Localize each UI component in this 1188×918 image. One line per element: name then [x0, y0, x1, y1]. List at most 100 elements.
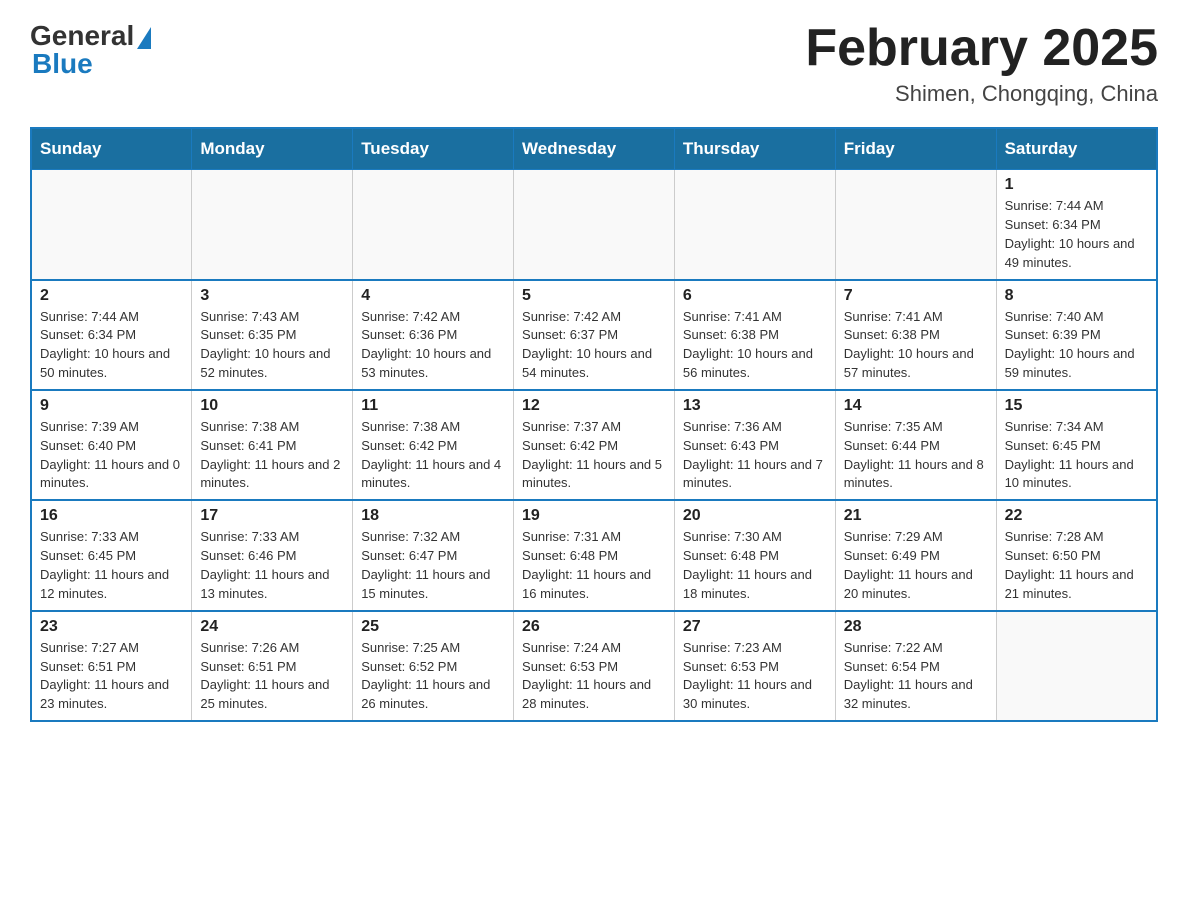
- day-number: 28: [844, 618, 988, 636]
- calendar-cell: 22 Sunrise: 7:28 AMSunset: 6:50 PMDayligh…: [996, 500, 1157, 610]
- day-info: Sunrise: 7:34 AMSunset: 6:45 PMDaylight:…: [1005, 418, 1148, 493]
- day-number: 14: [844, 397, 988, 415]
- day-number: 18: [361, 507, 505, 525]
- day-info: Sunrise: 7:22 AMSunset: 6:54 PMDaylight:…: [844, 639, 988, 714]
- day-info: Sunrise: 7:37 AMSunset: 6:42 PMDaylight:…: [522, 418, 666, 493]
- calendar-cell: 17 Sunrise: 7:33 AMSunset: 6:46 PMDayligh…: [192, 500, 353, 610]
- day-number: 9: [40, 397, 183, 415]
- day-number: 25: [361, 618, 505, 636]
- calendar-cell: 5 Sunrise: 7:42 AMSunset: 6:37 PMDaylight…: [514, 280, 675, 390]
- day-number: 7: [844, 287, 988, 305]
- calendar-cell: 24 Sunrise: 7:26 AMSunset: 6:51 PMDayligh…: [192, 611, 353, 721]
- calendar-cell: 2 Sunrise: 7:44 AMSunset: 6:34 PMDaylight…: [31, 280, 192, 390]
- calendar-cell: 7 Sunrise: 7:41 AMSunset: 6:38 PMDaylight…: [835, 280, 996, 390]
- calendar-cell: 3Sunrise: 7:43 AMSunset: 6:35 PMDaylight…: [192, 280, 353, 390]
- title-block: February 2025 Shimen, Chongqing, China: [805, 20, 1158, 107]
- day-number: 5: [522, 287, 666, 305]
- calendar-cell: 25 Sunrise: 7:25 AMSunset: 6:52 PMDayligh…: [353, 611, 514, 721]
- day-info: Sunrise: 7:33 AMSunset: 6:45 PMDaylight:…: [40, 528, 183, 603]
- day-info: Sunrise: 7:43 AMSunset: 6:35 PMDaylight:…: [200, 308, 344, 383]
- calendar-cell: 20Sunrise: 7:30 AMSunset: 6:48 PMDayligh…: [674, 500, 835, 610]
- calendar-cell: 21 Sunrise: 7:29 AMSunset: 6:49 PMDayligh…: [835, 500, 996, 610]
- day-number: 17: [200, 507, 344, 525]
- day-info: Sunrise: 7:44 AMSunset: 6:34 PMDaylight:…: [40, 308, 183, 383]
- weekday-header-friday: Friday: [835, 128, 996, 170]
- day-info: Sunrise: 7:25 AMSunset: 6:52 PMDaylight:…: [361, 639, 505, 714]
- day-number: 16: [40, 507, 183, 525]
- day-info: Sunrise: 7:23 AMSunset: 6:53 PMDaylight:…: [683, 639, 827, 714]
- day-number: 23: [40, 618, 183, 636]
- calendar-cell: [996, 611, 1157, 721]
- day-number: 20: [683, 507, 827, 525]
- weekday-header-saturday: Saturday: [996, 128, 1157, 170]
- day-info: Sunrise: 7:41 AMSunset: 6:38 PMDaylight:…: [844, 308, 988, 383]
- weekday-header-monday: Monday: [192, 128, 353, 170]
- calendar-week-row: 16 Sunrise: 7:33 AMSunset: 6:45 PMDayligh…: [31, 500, 1157, 610]
- day-number: 13: [683, 397, 827, 415]
- day-info: Sunrise: 7:41 AMSunset: 6:38 PMDaylight:…: [683, 308, 827, 383]
- logo-blue-text: Blue: [32, 48, 93, 80]
- day-info: Sunrise: 7:32 AMSunset: 6:47 PMDaylight:…: [361, 528, 505, 603]
- day-number: 24: [200, 618, 344, 636]
- day-info: Sunrise: 7:42 AMSunset: 6:37 PMDaylight:…: [522, 308, 666, 383]
- calendar-cell: [353, 170, 514, 280]
- calendar-cell: 12 Sunrise: 7:37 AMSunset: 6:42 PMDayligh…: [514, 390, 675, 500]
- calendar-cell: 10Sunrise: 7:38 AMSunset: 6:41 PMDayligh…: [192, 390, 353, 500]
- day-number: 27: [683, 618, 827, 636]
- calendar-cell: 11 Sunrise: 7:38 AMSunset: 6:42 PMDayligh…: [353, 390, 514, 500]
- day-info: Sunrise: 7:42 AMSunset: 6:36 PMDaylight:…: [361, 308, 505, 383]
- calendar-cell: 27 Sunrise: 7:23 AMSunset: 6:53 PMDayligh…: [674, 611, 835, 721]
- month-year-title: February 2025: [805, 20, 1158, 77]
- calendar-cell: 19Sunrise: 7:31 AMSunset: 6:48 PMDayligh…: [514, 500, 675, 610]
- weekday-header-row: SundayMondayTuesdayWednesdayThursdayFrid…: [31, 128, 1157, 170]
- calendar-cell: 1Sunrise: 7:44 AMSunset: 6:34 PMDaylight…: [996, 170, 1157, 280]
- day-number: 2: [40, 287, 183, 305]
- day-number: 1: [1005, 176, 1148, 194]
- calendar-cell: [192, 170, 353, 280]
- calendar-cell: 28 Sunrise: 7:22 AMSunset: 6:54 PMDayligh…: [835, 611, 996, 721]
- day-info: Sunrise: 7:39 AMSunset: 6:40 PMDaylight:…: [40, 418, 183, 493]
- calendar-cell: 26 Sunrise: 7:24 AMSunset: 6:53 PMDayligh…: [514, 611, 675, 721]
- calendar-cell: 23 Sunrise: 7:27 AMSunset: 6:51 PMDayligh…: [31, 611, 192, 721]
- weekday-header-thursday: Thursday: [674, 128, 835, 170]
- day-info: Sunrise: 7:27 AMSunset: 6:51 PMDaylight:…: [40, 639, 183, 714]
- calendar-week-row: 23 Sunrise: 7:27 AMSunset: 6:51 PMDayligh…: [31, 611, 1157, 721]
- day-number: 26: [522, 618, 666, 636]
- calendar-week-row: 1Sunrise: 7:44 AMSunset: 6:34 PMDaylight…: [31, 170, 1157, 280]
- logo: General Blue: [30, 20, 151, 80]
- calendar-cell: 13Sunrise: 7:36 AMSunset: 6:43 PMDayligh…: [674, 390, 835, 500]
- day-number: 12: [522, 397, 666, 415]
- page-header: General Blue February 2025 Shimen, Chong…: [30, 20, 1158, 107]
- calendar-cell: 4Sunrise: 7:42 AMSunset: 6:36 PMDaylight…: [353, 280, 514, 390]
- day-info: Sunrise: 7:31 AMSunset: 6:48 PMDaylight:…: [522, 528, 666, 603]
- calendar-week-row: 9 Sunrise: 7:39 AMSunset: 6:40 PMDaylight…: [31, 390, 1157, 500]
- calendar-cell: [514, 170, 675, 280]
- day-number: 8: [1005, 287, 1148, 305]
- day-info: Sunrise: 7:28 AMSunset: 6:50 PMDaylight:…: [1005, 528, 1148, 603]
- day-number: 6: [683, 287, 827, 305]
- calendar-cell: 6 Sunrise: 7:41 AMSunset: 6:38 PMDaylight…: [674, 280, 835, 390]
- day-number: 22: [1005, 507, 1148, 525]
- day-number: 15: [1005, 397, 1148, 415]
- day-info: Sunrise: 7:38 AMSunset: 6:42 PMDaylight:…: [361, 418, 505, 493]
- calendar-cell: 9 Sunrise: 7:39 AMSunset: 6:40 PMDaylight…: [31, 390, 192, 500]
- logo-triangle-icon: [137, 27, 151, 49]
- calendar-cell: 18 Sunrise: 7:32 AMSunset: 6:47 PMDayligh…: [353, 500, 514, 610]
- day-info: Sunrise: 7:40 AMSunset: 6:39 PMDaylight:…: [1005, 308, 1148, 383]
- day-info: Sunrise: 7:26 AMSunset: 6:51 PMDaylight:…: [200, 639, 344, 714]
- day-info: Sunrise: 7:35 AMSunset: 6:44 PMDaylight:…: [844, 418, 988, 493]
- location-subtitle: Shimen, Chongqing, China: [805, 81, 1158, 107]
- day-info: Sunrise: 7:24 AMSunset: 6:53 PMDaylight:…: [522, 639, 666, 714]
- weekday-header-sunday: Sunday: [31, 128, 192, 170]
- weekday-header-tuesday: Tuesday: [353, 128, 514, 170]
- weekday-header-wednesday: Wednesday: [514, 128, 675, 170]
- day-info: Sunrise: 7:29 AMSunset: 6:49 PMDaylight:…: [844, 528, 988, 603]
- day-number: 10: [200, 397, 344, 415]
- calendar-week-row: 2 Sunrise: 7:44 AMSunset: 6:34 PMDaylight…: [31, 280, 1157, 390]
- calendar-cell: 8 Sunrise: 7:40 AMSunset: 6:39 PMDaylight…: [996, 280, 1157, 390]
- calendar-cell: [31, 170, 192, 280]
- day-number: 11: [361, 397, 505, 415]
- day-number: 21: [844, 507, 988, 525]
- calendar-cell: [674, 170, 835, 280]
- day-info: Sunrise: 7:33 AMSunset: 6:46 PMDaylight:…: [200, 528, 344, 603]
